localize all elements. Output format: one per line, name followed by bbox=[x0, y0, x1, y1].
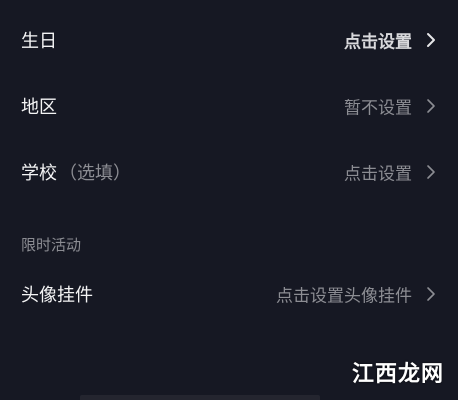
avatar-pendant-label: 头像挂件 bbox=[21, 285, 93, 306]
birthday-value: 点击设置 bbox=[344, 32, 412, 53]
watermark-logo: 江西龙网 bbox=[351, 362, 444, 387]
region-label: 地区 bbox=[21, 97, 57, 118]
setting-row-avatar-pendant[interactable]: 头像挂件 点击设置头像挂件 bbox=[0, 262, 458, 326]
setting-row-birthday[interactable]: 生日 点击设置 bbox=[0, 8, 458, 72]
chevron-right-icon bbox=[427, 287, 435, 301]
birthday-label: 生日 bbox=[21, 31, 57, 52]
setting-row-region[interactable]: 地区 暂不设置 bbox=[0, 74, 458, 138]
region-value: 暂不设置 bbox=[344, 98, 412, 119]
chevron-right-icon bbox=[427, 99, 435, 113]
school-label: 学校 （选填） bbox=[21, 159, 131, 185]
section-title-limited-activity: 限时活动 bbox=[21, 236, 82, 254]
setting-row-school[interactable]: 学校 （选填） 点击设置 bbox=[0, 140, 458, 204]
school-label-text: 学校 bbox=[21, 163, 57, 184]
chevron-right-icon bbox=[427, 165, 435, 179]
bottom-bar bbox=[80, 395, 320, 400]
school-value: 点击设置 bbox=[344, 164, 412, 185]
chevron-right-icon bbox=[427, 33, 435, 47]
school-optional-hint: （选填） bbox=[59, 163, 131, 184]
avatar-pendant-value: 点击设置头像挂件 bbox=[276, 286, 412, 307]
